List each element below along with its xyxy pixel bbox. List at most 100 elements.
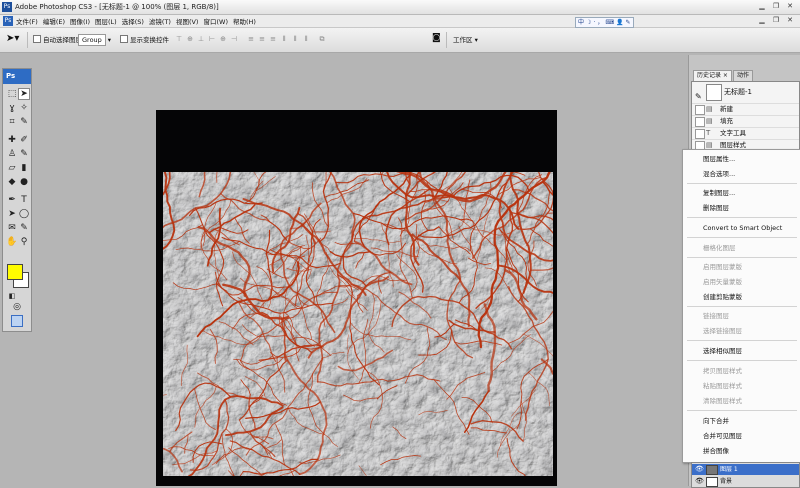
eye-icon[interactable]: 👁 xyxy=(695,464,704,475)
menu-help[interactable]: 帮助(H) xyxy=(233,16,256,26)
healing-brush-tool-icon[interactable]: ✚ xyxy=(6,134,18,146)
menu-filter[interactable]: 滤镜(T) xyxy=(149,16,171,26)
align-bottom-icon[interactable]: ⊥ xyxy=(197,35,205,44)
eyedropper-tool-icon[interactable]: ✎ xyxy=(18,222,30,234)
camera-icon[interactable]: ◙ xyxy=(432,33,441,43)
menu-select[interactable]: 选择(S) xyxy=(122,16,144,26)
distribute-vcenter-icon[interactable]: ≡ xyxy=(258,35,266,44)
photoshop-app-icon: Ps xyxy=(2,2,12,12)
align-hcenter-icon[interactable]: ⊕ xyxy=(219,35,227,44)
maximize-icon[interactable]: ❐ xyxy=(771,2,781,11)
show-transform-option[interactable]: 显示变换控件 xyxy=(120,34,169,44)
minimize-icon[interactable]: ▁ xyxy=(757,2,767,11)
type-tool-icon[interactable]: T xyxy=(18,194,30,206)
ime-keyboard-icon[interactable]: ⌨ xyxy=(605,18,614,27)
blur-tool-icon[interactable]: ◆ xyxy=(6,176,18,188)
workspace-menu[interactable]: 工作区 ▾ xyxy=(453,34,478,44)
history-source-checkbox[interactable] xyxy=(695,105,705,115)
menu-item-create-clipping-mask[interactable]: 创建剪贴蒙版 xyxy=(683,291,800,303)
clone-stamp-tool-icon[interactable]: ♙ xyxy=(6,148,18,160)
crop-tool-icon[interactable]: ⌗ xyxy=(6,116,18,128)
menu-item-select-similar-layers[interactable]: 选择相似图层 xyxy=(683,345,800,357)
document-icon[interactable]: Ps xyxy=(3,16,13,26)
distribute-bottom-icon[interactable]: ≡ xyxy=(269,35,277,44)
menu-edit[interactable]: 编辑(E) xyxy=(43,16,65,26)
document-icon: ▤ xyxy=(706,105,714,113)
history-source-checkbox[interactable] xyxy=(695,129,705,139)
foreground-color-swatch[interactable] xyxy=(7,264,23,280)
history-item[interactable]: ▤ 新建 xyxy=(692,103,799,115)
ime-mode-icon[interactable]: 中 xyxy=(578,18,584,27)
canvas-image[interactable] xyxy=(163,172,553,476)
doc-restore-icon[interactable]: ❐ xyxy=(771,16,781,25)
menu-view[interactable]: 视图(V) xyxy=(176,16,199,26)
brush-tool-icon[interactable]: ✐ xyxy=(18,134,30,146)
slice-tool-icon[interactable]: ✎ xyxy=(18,116,30,128)
menu-item-layer-properties[interactable]: 图层属性... xyxy=(683,153,800,165)
history-item[interactable]: T 文字工具 xyxy=(692,127,799,139)
distribute-right-icon[interactable]: ⦀ xyxy=(302,35,310,44)
doc-close-icon[interactable]: ✕ xyxy=(785,16,795,25)
zoom-tool-icon[interactable]: ⚲ xyxy=(18,236,30,248)
tab-actions[interactable]: 动作 xyxy=(733,70,753,81)
history-item-label: 新建 xyxy=(720,104,733,115)
layer-row[interactable]: 👁 背景 xyxy=(692,476,799,487)
lasso-tool-icon[interactable]: ɣ xyxy=(6,102,18,114)
layer-row[interactable]: 👁 图层 1 xyxy=(692,464,799,475)
align-top-icon[interactable]: ⊤ xyxy=(175,35,183,44)
ime-punct-icon[interactable]: ， xyxy=(597,18,603,27)
dodge-tool-icon[interactable]: ● xyxy=(18,176,30,188)
close-icon[interactable]: ✕ xyxy=(785,2,795,11)
gradient-tool-icon[interactable]: ▮ xyxy=(18,162,30,174)
auto-select-value[interactable]: Group xyxy=(78,34,106,46)
auto-select-dropdown[interactable]: Group ▾ xyxy=(78,34,111,46)
layer-name: 图层 1 xyxy=(720,464,738,475)
distribute-hcenter-icon[interactable]: ⦀ xyxy=(291,35,299,44)
history-panel: ✎ 无标题-1 ▤ 新建 ▤ 填充 T 文字工具 ▤ 图层样式 xyxy=(691,81,800,153)
align-right-icon[interactable]: ⊣ xyxy=(230,35,238,44)
auto-align-icon[interactable]: ⧉ xyxy=(318,35,326,44)
menu-separator xyxy=(687,340,797,341)
show-transform-checkbox[interactable] xyxy=(120,35,128,43)
align-left-icon[interactable]: ⊢ xyxy=(208,35,216,44)
history-snapshot[interactable]: ✎ 无标题-1 xyxy=(692,82,799,102)
move-tool-preset-icon[interactable]: ➤▾ xyxy=(6,33,19,44)
notes-tool-icon[interactable]: ✉ xyxy=(6,222,18,234)
menu-file[interactable]: 文件(F) xyxy=(16,16,38,26)
menu-item-flatten-image[interactable]: 拼合图像 xyxy=(683,445,800,457)
menu-item-convert-smart-object[interactable]: Convert to Smart Object xyxy=(683,222,800,234)
align-vcenter-icon[interactable]: ⊕ xyxy=(186,35,194,44)
menu-item-delete-layer[interactable]: 删除图层 xyxy=(683,202,800,214)
path-selection-tool-icon[interactable]: ➤ xyxy=(6,208,18,220)
ime-moon-icon[interactable]: ☽ xyxy=(586,18,591,27)
ime-pen-icon[interactable]: ✎ xyxy=(626,18,631,27)
menu-item-merge-visible[interactable]: 合并可见图层 xyxy=(683,430,800,442)
history-source-checkbox[interactable] xyxy=(695,117,705,127)
history-brush-tool-icon[interactable]: ✎ xyxy=(18,148,30,160)
auto-select-checkbox[interactable] xyxy=(33,35,41,43)
magic-wand-tool-icon[interactable]: ✧ xyxy=(18,102,30,114)
shape-tool-icon[interactable]: ◯ xyxy=(18,208,30,220)
hand-tool-icon[interactable]: ✋ xyxy=(6,236,18,248)
history-item[interactable]: ▤ 填充 xyxy=(692,115,799,127)
menu-item-merge-down[interactable]: 向下合并 xyxy=(683,415,800,427)
pen-tool-icon[interactable]: ✒ xyxy=(6,194,18,206)
screen-mode-icon[interactable] xyxy=(11,315,23,327)
quick-mask-icon[interactable]: ◎ xyxy=(11,301,23,313)
marquee-tool-icon[interactable]: ⬚ xyxy=(6,88,18,100)
eraser-tool-icon[interactable]: ▱ xyxy=(6,162,18,174)
tab-history[interactable]: 历史记录 × xyxy=(693,70,732,81)
move-tool-icon[interactable]: ➤ xyxy=(18,88,30,100)
menu-item-blending-options[interactable]: 混合选项... xyxy=(683,168,800,180)
eye-icon[interactable]: 👁 xyxy=(695,476,704,487)
distribute-top-icon[interactable]: ≡ xyxy=(247,35,255,44)
menu-window[interactable]: 窗口(W) xyxy=(203,16,228,26)
distribute-left-icon[interactable]: ⦀ xyxy=(280,35,288,44)
menu-item-duplicate-layer[interactable]: 复制图层... xyxy=(683,187,800,199)
ime-user-icon[interactable]: 👤 xyxy=(616,18,623,27)
auto-select-option[interactable]: 自动选择图层 xyxy=(33,34,82,44)
menu-image[interactable]: 图像(I) xyxy=(70,16,90,26)
doc-minimize-icon[interactable]: ▁ xyxy=(757,16,767,25)
menu-layer[interactable]: 图层(L) xyxy=(95,16,117,26)
ime-dot-icon[interactable]: · xyxy=(593,18,595,27)
